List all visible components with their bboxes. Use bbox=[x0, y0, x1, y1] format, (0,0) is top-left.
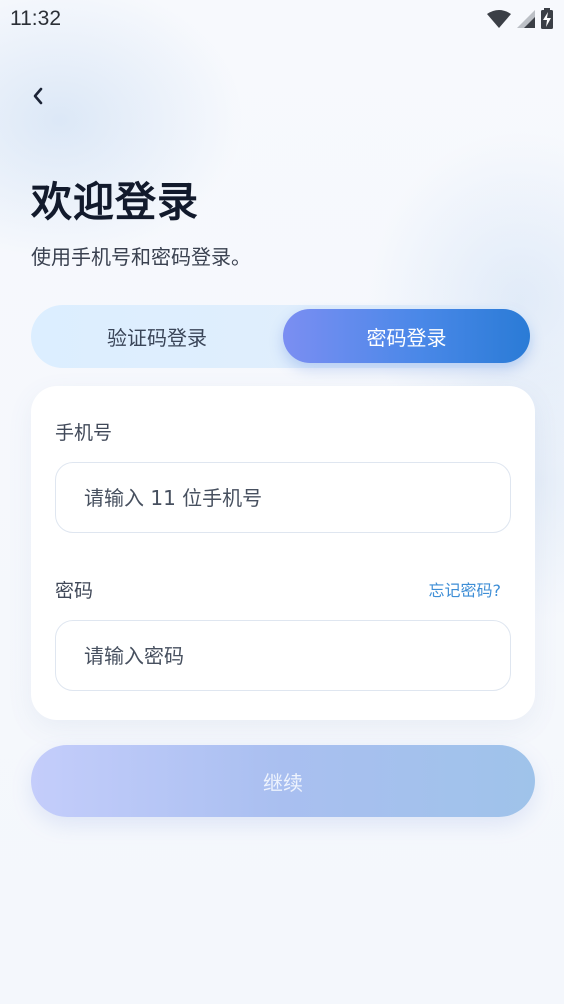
password-label: 密码 bbox=[55, 580, 94, 602]
battery-charging-icon bbox=[540, 8, 554, 34]
password-input-box[interactable] bbox=[55, 620, 511, 691]
forgot-password-link[interactable]: 忘记密码? bbox=[429, 577, 502, 601]
chevron-left-icon bbox=[31, 86, 45, 110]
phone-input-box[interactable] bbox=[55, 462, 511, 533]
signal-icon bbox=[516, 9, 536, 33]
login-mode-tabs: 验证码登录 密码登录 bbox=[31, 305, 535, 368]
status-icons bbox=[486, 8, 554, 34]
page-subtitle: 使用手机号和密码登录。 bbox=[31, 245, 251, 269]
phone-input[interactable] bbox=[82, 484, 510, 511]
back-button[interactable] bbox=[22, 82, 54, 114]
login-form-card: 手机号 密码 忘记密码? bbox=[31, 386, 535, 720]
wifi-icon bbox=[486, 9, 512, 33]
status-bar: 11:32 bbox=[0, 0, 564, 40]
continue-button[interactable]: 继续 bbox=[31, 745, 535, 817]
tab-sms-code-login[interactable]: 验证码登录 bbox=[31, 305, 283, 368]
tab-password-login[interactable]: 密码登录 bbox=[283, 309, 530, 363]
password-input[interactable] bbox=[82, 642, 510, 669]
phone-label: 手机号 bbox=[55, 422, 113, 444]
page-title: 欢迎登录 bbox=[31, 178, 199, 226]
status-time: 11:32 bbox=[10, 7, 61, 30]
